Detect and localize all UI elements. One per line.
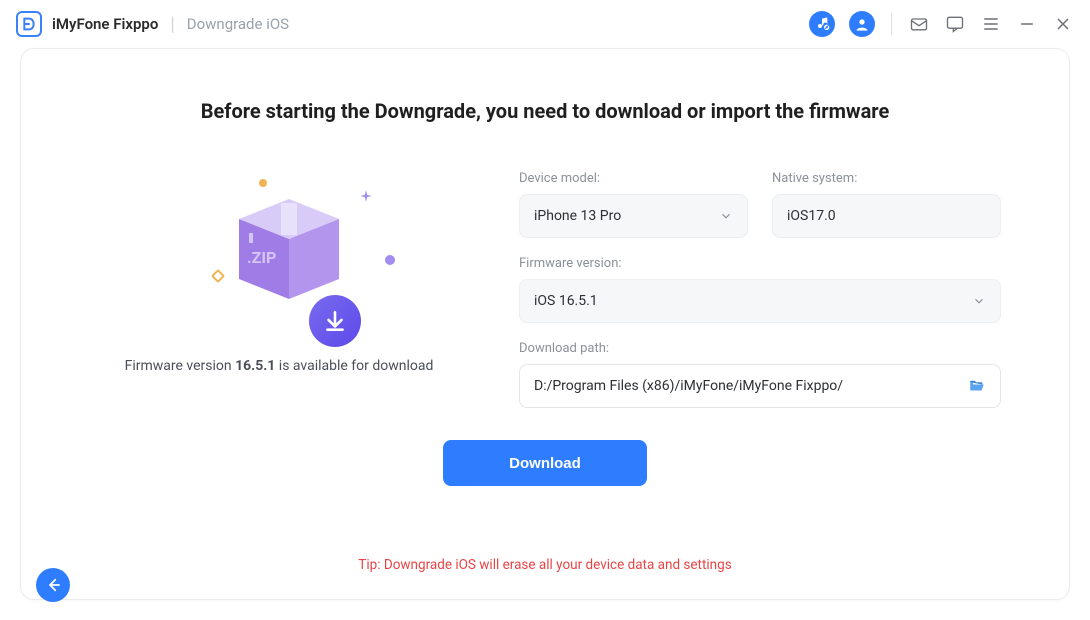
download-button[interactable]: Download bbox=[443, 440, 647, 486]
mail-icon[interactable] bbox=[908, 13, 930, 35]
titlebar[interactable]: iMyFone Fixppo | Downgrade iOS bbox=[0, 0, 1090, 48]
main-card: Before starting the Downgrade, you need … bbox=[20, 48, 1070, 600]
firmware-box-illustration: .ZIP bbox=[149, 171, 409, 341]
close-button[interactable] bbox=[1052, 13, 1074, 35]
native-system-value: iOS17.0 bbox=[787, 208, 836, 224]
page-heading: Before starting the Downgrade, you need … bbox=[89, 99, 1001, 123]
section-name: Downgrade iOS bbox=[187, 15, 289, 33]
music-badge-icon[interactable] bbox=[809, 11, 835, 37]
app-title: iMyFone Fixppo bbox=[52, 15, 158, 33]
titlebar-divider bbox=[891, 13, 892, 35]
download-path-value: D:/Program Files (x86)/iMyFone/iMyFone F… bbox=[534, 378, 843, 394]
chevron-down-icon bbox=[719, 209, 733, 223]
warning-tip: Tip: Downgrade iOS will erase all your d… bbox=[21, 557, 1069, 573]
arrow-left-icon bbox=[44, 576, 62, 594]
native-system-label: Native system: bbox=[772, 171, 1001, 186]
device-model-label: Device model: bbox=[519, 171, 748, 186]
form-column: Device model: iPhone 13 Pro Native syste… bbox=[519, 171, 1001, 426]
menu-icon[interactable] bbox=[980, 13, 1002, 35]
availability-text: Firmware version 16.5.1 is available for… bbox=[89, 355, 469, 377]
minimize-button[interactable] bbox=[1016, 13, 1038, 35]
illustration-column: .ZIP Firmware version 16.5.1 is availabl… bbox=[89, 171, 469, 426]
firmware-version-select[interactable]: iOS 16.5.1 bbox=[519, 279, 1001, 323]
native-system-field: iOS17.0 bbox=[772, 194, 1001, 238]
chevron-down-icon bbox=[972, 294, 986, 308]
folder-open-icon[interactable] bbox=[968, 377, 986, 395]
download-path-field[interactable]: D:/Program Files (x86)/iMyFone/iMyFone F… bbox=[519, 364, 1001, 408]
download-indicator-icon bbox=[309, 295, 361, 347]
device-model-select[interactable]: iPhone 13 Pro bbox=[519, 194, 748, 238]
back-button[interactable] bbox=[36, 568, 70, 602]
firmware-version-label: Firmware version: bbox=[519, 256, 1001, 271]
firmware-version-value: iOS 16.5.1 bbox=[534, 293, 598, 309]
zip-label: .ZIP bbox=[247, 248, 276, 267]
title-divider: | bbox=[170, 14, 174, 35]
account-icon[interactable] bbox=[849, 11, 875, 37]
download-path-label: Download path: bbox=[519, 341, 1001, 356]
feedback-icon[interactable] bbox=[944, 13, 966, 35]
availability-version: 16.5.1 bbox=[235, 358, 275, 374]
device-model-value: iPhone 13 Pro bbox=[534, 208, 621, 224]
app-logo-icon bbox=[16, 11, 42, 37]
